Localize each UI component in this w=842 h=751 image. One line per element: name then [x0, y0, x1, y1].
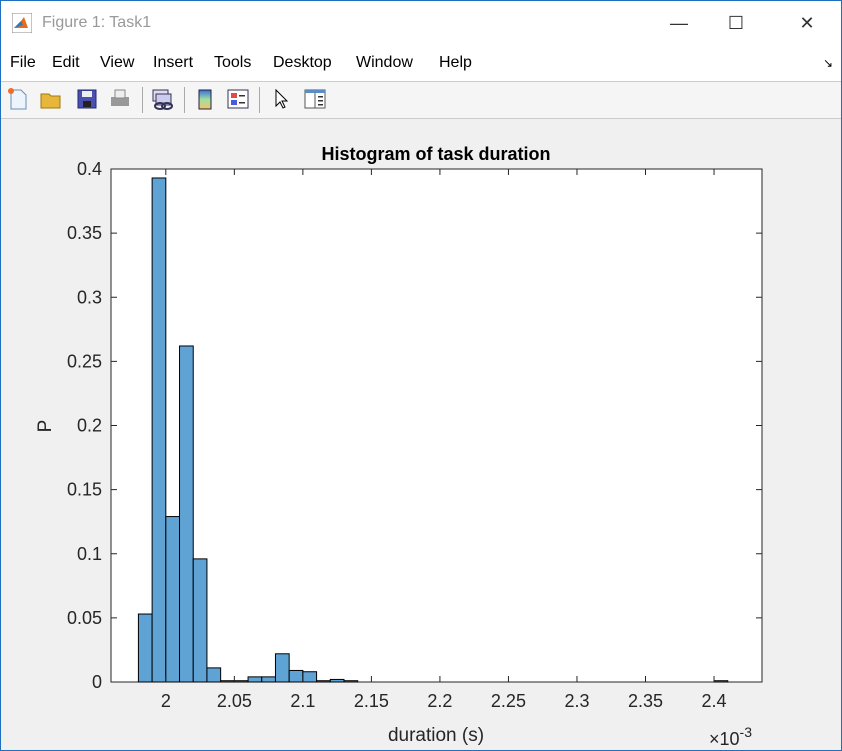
menu-view[interactable]: View [100, 54, 134, 72]
plot-area [110, 168, 763, 683]
y-tick-label: 0.35 [67, 223, 102, 243]
histogram-bar [179, 345, 194, 683]
y-tick-label: 0.1 [77, 544, 102, 564]
x-tick-label: 2.4 [702, 691, 727, 711]
y-axis-label: P [35, 420, 56, 433]
title-bar: Figure 1: Task1 — ☐ ✕ [1, 1, 841, 45]
menu-insert[interactable]: Insert [153, 54, 193, 72]
histogram-bar [220, 680, 235, 683]
toolbar-separator [259, 87, 260, 113]
y-tick-label: 0.2 [77, 416, 102, 436]
toolbar-separator [142, 87, 143, 113]
x-tick-label: 2.15 [354, 691, 389, 711]
menu-edit[interactable]: Edit [52, 54, 80, 72]
histogram-bar [137, 613, 153, 683]
link-plot-icon[interactable] [150, 87, 174, 111]
toolbar [1, 82, 841, 119]
menu-help[interactable]: Help [439, 54, 472, 72]
dock-arrow-icon[interactable]: ↘ [823, 56, 833, 70]
histogram-chart: Histogram of task duration 2 2.05 2.1 2.15 2… [35, 144, 763, 749]
matlab-icon [12, 13, 32, 33]
insert-legend-icon[interactable] [226, 87, 250, 111]
figure-window: Figure 1: Task1 — ☐ ✕ File Edit View Ins… [0, 0, 842, 751]
x-exponent-base: ×10 [709, 729, 740, 749]
histogram-bar [247, 676, 263, 683]
x-tick-label: 2.35 [628, 691, 663, 711]
save-icon[interactable] [75, 87, 99, 111]
histogram-bar [274, 653, 290, 683]
insert-colorbar-icon[interactable] [193, 87, 217, 111]
menu-file[interactable]: File [10, 54, 36, 72]
y-tick-label: 0.25 [67, 351, 102, 371]
x-tick-label: 2.3 [564, 691, 589, 711]
chart-title: Histogram of task duration [321, 144, 550, 164]
y-tick-label: 0.05 [67, 608, 102, 628]
histogram-bar [206, 667, 222, 683]
y-tick-label: 0 [92, 672, 102, 692]
x-exponent-power: -3 [740, 724, 753, 740]
histogram-bar [151, 177, 167, 683]
histogram-bar [233, 680, 249, 683]
maximize-button[interactable]: ☐ [713, 1, 759, 45]
plot-browser-icon[interactable] [303, 87, 327, 111]
minimize-button[interactable]: — [656, 1, 702, 45]
histogram-bar [329, 678, 345, 683]
y-tick-label: 0.4 [77, 159, 102, 179]
y-tick-label: 0.3 [77, 287, 102, 307]
histogram-bar [302, 671, 318, 683]
close-button[interactable]: ✕ [784, 1, 830, 45]
window-title: Figure 1: Task1 [42, 14, 152, 31]
histogram-bar [261, 676, 276, 683]
histogram-bar [316, 680, 331, 683]
x-exponent: ×10-3 [709, 724, 752, 749]
y-tick-label: 0.15 [67, 480, 102, 500]
new-figure-icon[interactable] [6, 87, 30, 111]
toolbar-separator [184, 87, 185, 113]
histogram-bar [165, 516, 181, 683]
print-icon[interactable] [108, 87, 132, 111]
menu-bar: File Edit View Insert Tools Desktop Wind… [1, 45, 841, 82]
x-tick-label: 2.1 [290, 691, 315, 711]
x-tick-label: 2 [161, 691, 171, 711]
x-axis-label: duration (s) [388, 725, 484, 746]
menu-window[interactable]: Window [356, 54, 413, 72]
menu-tools[interactable]: Tools [214, 54, 251, 72]
menu-desktop[interactable]: Desktop [273, 54, 332, 72]
open-file-icon[interactable] [39, 87, 63, 111]
histogram-bar [192, 558, 208, 683]
x-tick-label: 2.2 [427, 691, 452, 711]
histogram-bar [713, 680, 729, 683]
histogram-bar [288, 669, 304, 683]
histogram-bar [343, 680, 359, 683]
x-tick-label: 2.05 [217, 691, 252, 711]
x-tick-label: 2.25 [491, 691, 526, 711]
edit-plot-arrow-icon[interactable] [271, 87, 295, 111]
